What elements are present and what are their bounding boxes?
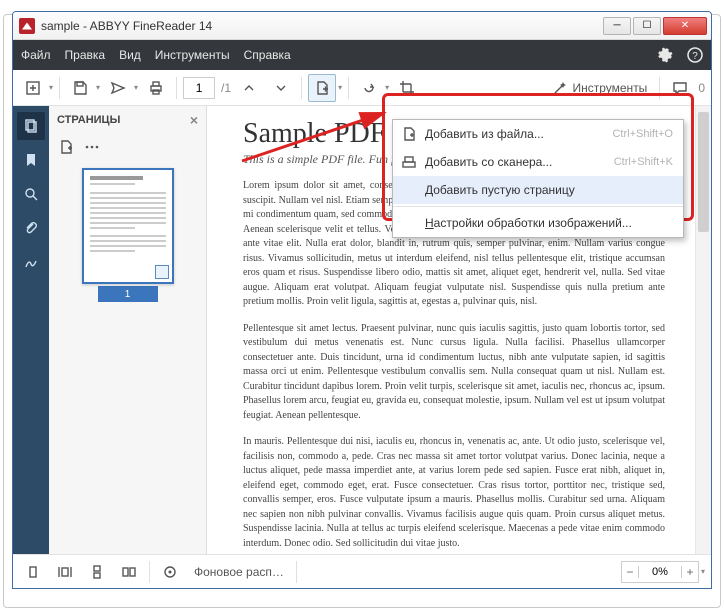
settings-icon[interactable] [657, 47, 673, 63]
menu-edit[interactable]: Правка [65, 48, 106, 62]
menu-help[interactable]: Справка [244, 48, 291, 62]
dropdown-caret-icon[interactable]: ▾ [385, 83, 389, 92]
doc-paragraph: Pellentesque sit amet lectus. Praesent p… [243, 322, 665, 424]
tab-search[interactable] [17, 180, 45, 208]
dropdown-caret-icon[interactable]: ▾ [338, 83, 342, 92]
shortcut-label: Ctrl+Shift+O [612, 128, 673, 140]
sb-add-page-button[interactable] [55, 136, 77, 158]
vertical-scrollbar[interactable] [695, 106, 711, 554]
menu-view[interactable]: Вид [119, 48, 141, 62]
sidebar-title: СТРАНИЦЫ [57, 114, 120, 126]
view-continuous-button[interactable] [83, 558, 111, 586]
tab-attachments[interactable] [17, 214, 45, 242]
app-icon [19, 18, 35, 34]
page-thumbnail[interactable]: 1 [82, 168, 174, 302]
crop-button[interactable] [393, 74, 421, 102]
comments-button[interactable] [666, 74, 694, 102]
page-down-button[interactable] [267, 74, 295, 102]
maximize-button[interactable]: ☐ [633, 17, 661, 35]
dropdown-caret-icon[interactable]: ▾ [134, 83, 138, 92]
dropdown-caret-icon[interactable]: ▾ [49, 83, 53, 92]
add-file-icon [401, 126, 417, 142]
instruments-label: Инструменты [572, 81, 647, 95]
menubar: Файл Правка Вид Инструменты Справка ? [13, 40, 711, 70]
vertical-tabs [13, 106, 49, 554]
view-facing-button[interactable] [115, 558, 143, 586]
close-button[interactable]: ✕ [663, 17, 707, 35]
bg-recognize-label: Фоновое расп… [194, 565, 284, 579]
tab-pages[interactable] [17, 112, 45, 140]
minimize-button[interactable]: ─ [603, 17, 631, 35]
tab-signatures[interactable] [17, 248, 45, 276]
menu-tools[interactable]: Инструменты [155, 48, 230, 62]
zoom-in-button[interactable]: + [682, 565, 698, 579]
view-single-button[interactable] [19, 558, 47, 586]
send-button[interactable] [104, 74, 132, 102]
dd-add-from-file[interactable]: Добавить из файла... Ctrl+Shift+O [393, 120, 683, 148]
zoom-out-button[interactable]: − [622, 565, 638, 579]
shortcut-label: Ctrl+Shift+K [614, 156, 673, 168]
comment-count: 0 [698, 81, 705, 95]
main-toolbar: ▾ ▾ ▾ /1 ▾ ▾ Инструменты 0 [13, 70, 711, 106]
dropdown-separator [393, 206, 683, 207]
help-icon[interactable]: ? [687, 47, 703, 63]
thumb-number: 1 [98, 286, 158, 302]
page-total-label: /1 [221, 81, 231, 95]
add-page-dropdown: Добавить из файла... Ctrl+Shift+O Добави… [392, 119, 684, 238]
zoom-control[interactable]: − + [621, 561, 699, 583]
page-number-input[interactable] [183, 77, 215, 99]
view-fit-width-button[interactable] [51, 558, 79, 586]
rotate-button[interactable] [355, 74, 383, 102]
page-up-button[interactable] [235, 74, 263, 102]
sb-options-button[interactable] [81, 136, 103, 158]
bg-recognize-icon[interactable] [156, 558, 184, 586]
svg-text:?: ? [692, 51, 698, 62]
dropdown-caret-icon[interactable]: ▾ [701, 567, 705, 576]
instruments-button[interactable]: Инструменты [546, 80, 653, 96]
scanner-icon [401, 154, 417, 170]
save-button[interactable] [66, 74, 94, 102]
app-window: sample - ABBYY FineReader 14 ─ ☐ ✕ Файл … [12, 11, 712, 589]
tab-bookmarks[interactable] [17, 146, 45, 174]
pages-sidebar: СТРАНИЦЫ × [49, 106, 207, 554]
new-button[interactable] [19, 74, 47, 102]
sidebar-close-icon[interactable]: × [190, 112, 198, 128]
dropdown-caret-icon[interactable]: ▾ [96, 83, 100, 92]
bottom-toolbar: Фоновое расп… − + ▾ [13, 554, 711, 588]
zoom-value-input[interactable] [638, 566, 682, 578]
menu-file[interactable]: Файл [21, 48, 51, 62]
print-button[interactable] [142, 74, 170, 102]
dd-image-settings[interactable]: Настройки обработки изображений... [393, 209, 683, 237]
titlebar: sample - ABBYY FineReader 14 ─ ☐ ✕ [13, 12, 711, 40]
dd-add-from-scanner[interactable]: Добавить со сканера... Ctrl+Shift+K [393, 148, 683, 176]
dd-add-blank-page[interactable]: Добавить пустую страницу [393, 176, 683, 204]
scrollbar-thumb[interactable] [698, 112, 709, 232]
thumb-badge-icon [155, 265, 169, 279]
window-title: sample - ABBYY FineReader 14 [41, 19, 603, 33]
doc-paragraph: In mauris. Pellentesque dui nisi, iaculi… [243, 435, 665, 551]
add-page-button[interactable] [308, 74, 336, 102]
